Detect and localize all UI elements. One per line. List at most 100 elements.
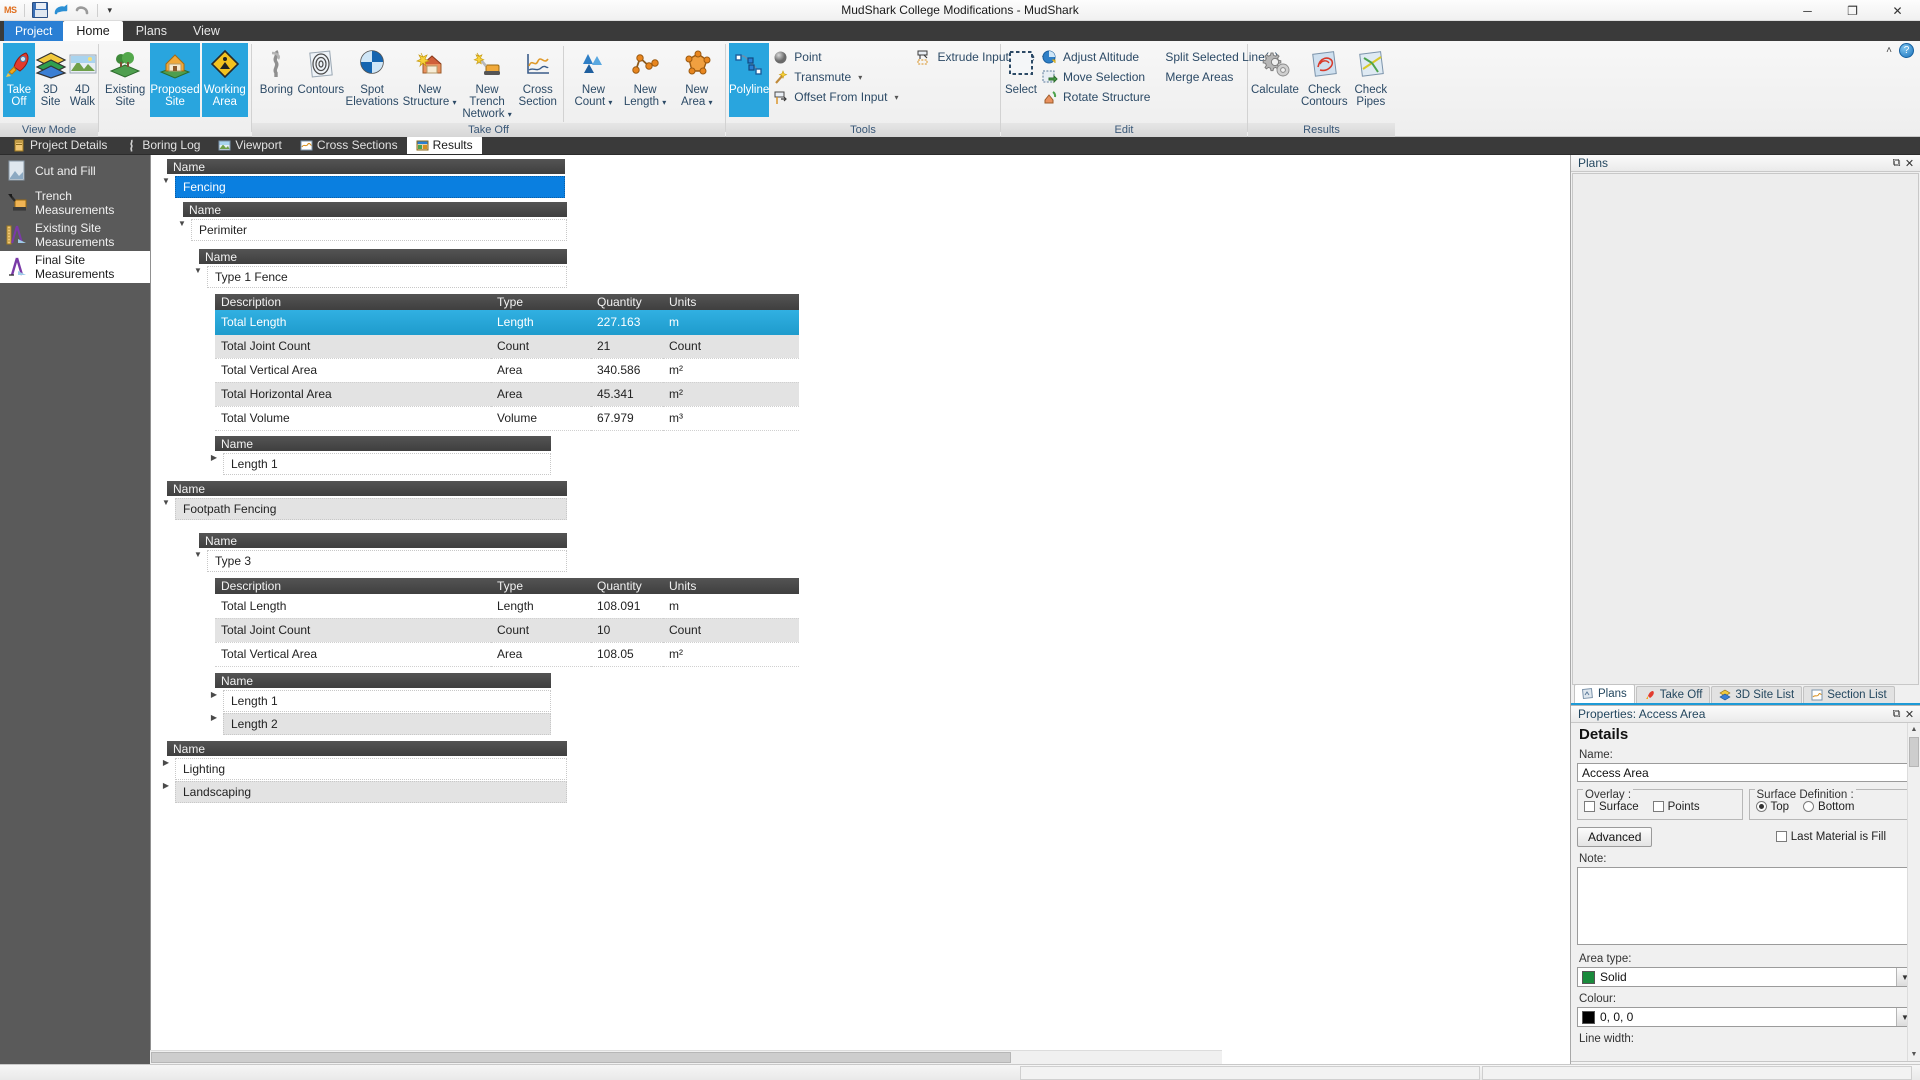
tree-twisty-perimiter[interactable]: ▼	[173, 219, 191, 241]
cross-section-button[interactable]: Cross Section	[516, 43, 559, 117]
pin-icon[interactable]: ⧉	[1890, 157, 1903, 170]
tab-project[interactable]: Project	[4, 21, 64, 41]
table-row[interactable]: Total Joint Count Count 21 Count	[215, 334, 799, 359]
transmute-button[interactable]: Transmute ▾	[769, 67, 904, 87]
chevron-down-icon[interactable]: ▾	[858, 73, 862, 82]
col-type[interactable]: Type	[491, 578, 591, 594]
tree-row-perimiter[interactable]: Perimiter	[191, 219, 567, 241]
collapse-ribbon-icon[interactable]: ˄	[1886, 45, 1892, 56]
properties-scrollbar[interactable]: ▲ ▼	[1907, 723, 1920, 1061]
surface-checkbox[interactable]: Surface	[1584, 801, 1639, 813]
chevron-down-icon[interactable]: ▾	[508, 110, 512, 119]
chevron-down-icon[interactable]: ▾	[708, 98, 712, 107]
col-units[interactable]: Units	[663, 294, 799, 310]
scroll-up-icon[interactable]: ▲	[1908, 723, 1920, 736]
chevron-down-icon[interactable]: ▾	[894, 93, 898, 102]
col-quantity[interactable]: Quantity	[591, 294, 663, 310]
table-row[interactable]: Total Vertical Area Area 340.586 m²	[215, 358, 799, 383]
tree-twisty-lighting[interactable]: ▶	[157, 758, 175, 780]
col-description[interactable]: Description	[215, 578, 491, 594]
col-quantity[interactable]: Quantity	[591, 578, 663, 594]
doc-tab-boring-log[interactable]: Boring Log	[116, 136, 209, 154]
check-contours-button[interactable]: Check Contours	[1301, 43, 1348, 117]
new-length-button[interactable]: New Length ▾	[620, 43, 671, 117]
doc-tab-results[interactable]: Results	[406, 136, 482, 154]
table-row[interactable]: Total Length Length 108.091 m	[215, 594, 799, 619]
scroll-down-icon[interactable]: ▼	[1908, 1048, 1920, 1061]
doc-tab-viewport[interactable]: Viewport	[209, 136, 290, 154]
rotate-structure-button[interactable]: Rotate Structure	[1038, 87, 1156, 107]
scrollbar-thumb[interactable]	[151, 1052, 1011, 1063]
tree-twisty-type1-fence[interactable]: ▼	[189, 266, 207, 288]
boring-button[interactable]: Boring	[255, 43, 298, 117]
4d-walk-button[interactable]: 4D Walk	[66, 43, 99, 117]
chevron-down-icon[interactable]: ▾	[662, 98, 666, 107]
last-material-is-fill-checkbox[interactable]: Last Material is Fill	[1775, 831, 1914, 843]
dock-tab-3d-site-list[interactable]: 3D Site List	[1711, 686, 1803, 703]
tab-plans[interactable]: Plans	[123, 21, 180, 41]
minimize-button[interactable]: ─	[1785, 0, 1830, 21]
table-row[interactable]: Total Joint Count Count 10 Count	[215, 618, 799, 643]
table-row[interactable]: Total Length Length 227.163 m	[215, 310, 799, 335]
tree-twisty-type3[interactable]: ▼	[189, 550, 207, 572]
note-textarea[interactable]	[1577, 867, 1914, 945]
redo-icon[interactable]	[74, 2, 90, 18]
new-structure-button[interactable]: New Structure ▾	[401, 43, 457, 117]
close-icon[interactable]: ✕	[1903, 708, 1916, 721]
chevron-down-icon[interactable]: ▾	[453, 98, 457, 107]
table-row[interactable]: Total Vertical Area Area 108.05 m²	[215, 642, 799, 667]
area-type-select[interactable]: Solid ▼	[1577, 967, 1914, 987]
tree-twisty-landscaping[interactable]: ▶	[157, 781, 175, 803]
working-area-button[interactable]: Working Area	[201, 43, 248, 117]
tree-row-footpath-fencing[interactable]: Footpath Fencing	[175, 498, 567, 520]
undo-icon[interactable]	[53, 2, 69, 18]
tree-row-type1-fence[interactable]: Type 1 Fence	[207, 266, 567, 288]
chevron-down-icon[interactable]: ▾	[608, 98, 612, 107]
point-button[interactable]: Point	[769, 47, 904, 67]
col-type[interactable]: Type	[491, 294, 591, 310]
new-area-button[interactable]: New Area ▾	[671, 43, 722, 117]
tab-home[interactable]: Home	[63, 21, 123, 41]
tree-twisty-length-1[interactable]: ▶	[205, 453, 223, 475]
center-horizont-scrollbar[interactable]	[150, 1050, 1222, 1064]
points-checkbox[interactable]: Points	[1652, 801, 1700, 813]
move-selection-button[interactable]: Move Selection	[1038, 67, 1156, 87]
new-count-button[interactable]: New Count ▾	[568, 43, 619, 117]
table-row[interactable]: Total Horizontal Area Area 45.341 m²	[215, 382, 799, 407]
top-radio[interactable]: Top	[1755, 801, 1789, 813]
tree-twisty-length-1b[interactable]: ▶	[205, 690, 223, 712]
calculate-button[interactable]: Calculate	[1251, 43, 1299, 117]
3d-site-button[interactable]: 3D Site	[34, 43, 67, 117]
tree-twisty-fencing[interactable]: ▼	[157, 176, 175, 198]
scrollbar-thumb[interactable]	[1909, 737, 1919, 767]
sidebar-item-final-site-measurements[interactable]: Final Site Measurements	[0, 251, 150, 283]
take-off-button[interactable]: Take Off	[3, 43, 35, 117]
tree-row-fencing[interactable]: Fencing	[175, 176, 565, 198]
tree-twisty-length-2[interactable]: ▶	[205, 713, 223, 735]
tree-row-length-1[interactable]: Length 1	[223, 453, 551, 475]
name-field[interactable]: Access Area	[1577, 763, 1914, 782]
tree-row-landscaping[interactable]: Landscaping	[175, 781, 567, 803]
save-icon[interactable]	[31, 2, 48, 18]
help-icon[interactable]: ?	[1899, 43, 1914, 58]
contours-button[interactable]: Contours	[298, 43, 344, 117]
adjust-altitude-button[interactable]: Adjust Altitude	[1038, 47, 1156, 67]
dock-tab-plans[interactable]: Plans	[1574, 684, 1635, 703]
spot-elevations-button[interactable]: Spot Elevations	[344, 43, 400, 117]
close-icon[interactable]: ✕	[1903, 157, 1916, 170]
tab-view[interactable]: View	[180, 21, 233, 41]
customize-quick-access-icon[interactable]: ▾	[105, 5, 116, 16]
colour-select[interactable]: 0, 0, 0 ▼	[1577, 1007, 1914, 1027]
pin-icon[interactable]: ⧉	[1890, 708, 1903, 721]
plans-canvas[interactable]	[1572, 173, 1919, 685]
proposed-site-button[interactable]: Proposed Site	[150, 43, 200, 117]
existing-site-button[interactable]: Existing Site	[102, 43, 148, 117]
tree-row-length-2[interactable]: Length 2	[223, 713, 551, 735]
polyline-button[interactable]: Polyline	[729, 43, 770, 117]
check-pipes-button[interactable]: Check Pipes	[1350, 43, 1392, 117]
tree-row-type3[interactable]: Type 3	[207, 550, 567, 572]
col-units[interactable]: Units	[663, 578, 799, 594]
offset-from-input-button[interactable]: Offset From Input ▾	[769, 87, 904, 107]
maximize-button[interactable]: ❐	[1830, 0, 1875, 21]
sidebar-item-existing-site-measurements[interactable]: Existing Site Measurements	[0, 219, 150, 251]
